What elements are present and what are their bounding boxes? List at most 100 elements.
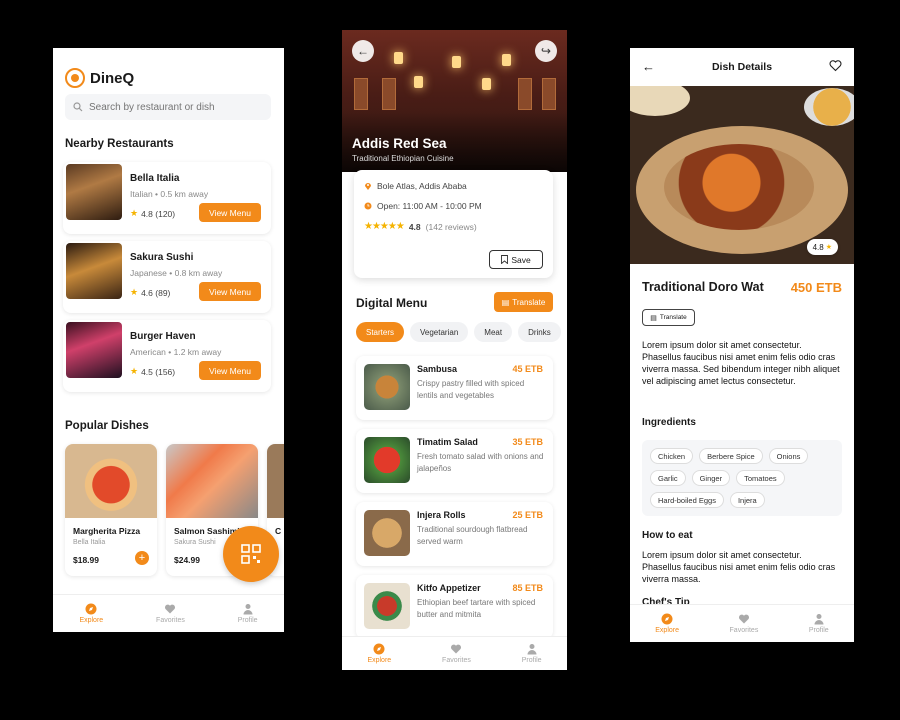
menu-item-photo	[364, 437, 410, 483]
ingredient-tag: Chicken	[650, 448, 694, 464]
bottom-nav: Explore Favorites Profile	[342, 636, 567, 670]
clock-icon	[364, 202, 372, 210]
dish-rating-badge: 4.8 ★	[806, 239, 838, 255]
category-tabs: Starters Vegetarian Meat Drinks	[356, 322, 561, 342]
dish-card[interactable]: Margherita Pizza Bella Italia $18.99 +	[65, 444, 157, 576]
tab-vegetarian[interactable]: Vegetarian	[410, 322, 469, 342]
app-logo: DineQ	[65, 68, 134, 88]
dish-price: $24.99	[174, 555, 200, 565]
nav-profile[interactable]: Profile	[809, 613, 829, 634]
nav-explore[interactable]: Explore	[655, 613, 679, 634]
ingredients-title: Ingredients	[642, 417, 696, 428]
view-menu-button[interactable]: View Menu	[199, 361, 261, 380]
star-icon: ★	[825, 244, 832, 251]
how-to-eat-text: Lorem ipsum dolor sit amet consectetur. …	[642, 550, 836, 585]
nav-favorites[interactable]: Favorites	[442, 643, 471, 664]
nearby-title: Nearby Restaurants	[65, 138, 174, 150]
how-to-eat-title: How to eat	[642, 530, 693, 541]
menu-item-photo	[364, 583, 410, 629]
nav-profile[interactable]: Profile	[238, 603, 258, 624]
nav-label: Favorites	[156, 617, 185, 624]
menu-item-desc: Fresh tomato salad with onions and jalap…	[417, 452, 544, 473]
nav-label: Explore	[367, 657, 392, 664]
search-bar[interactable]	[65, 94, 271, 120]
nav-label: Profile	[237, 617, 258, 624]
dish-restaurant: Bella Italia	[73, 539, 106, 546]
dish-name: Margherita Pizza	[73, 526, 141, 536]
restaurant-meta: Japanese • 0.8 km away	[130, 268, 223, 278]
menu-item[interactable]: Kitfo Appetizer 85 ETB Ethiopian beef ta…	[356, 575, 553, 639]
heart-icon	[738, 614, 749, 624]
view-menu-button[interactable]: View Menu	[199, 203, 261, 222]
translate-icon: ▤	[650, 314, 657, 322]
restaurant-photo	[66, 243, 122, 299]
nav-explore[interactable]: Explore	[79, 603, 103, 624]
nav-explore[interactable]: Explore	[367, 643, 391, 664]
compass-icon	[85, 603, 97, 615]
tab-meat[interactable]: Meat	[474, 322, 513, 342]
nav-profile[interactable]: Profile	[522, 643, 542, 664]
tab-starters[interactable]: Starters	[356, 322, 405, 342]
compass-icon	[373, 643, 385, 655]
restaurant-card[interactable]: Bella Italia Italian • 0.5 km away ★ 4.8 …	[63, 162, 271, 234]
tab-drinks[interactable]: Drinks	[518, 322, 561, 342]
nav-favorites[interactable]: Favorites	[156, 603, 185, 624]
dish-photo	[65, 444, 157, 518]
back-arrow-icon[interactable]: ←	[642, 59, 655, 74]
menu-item[interactable]: Sambusa 45 ETB Crispy pastry filled with…	[356, 356, 553, 420]
page-title: Dish Details	[711, 61, 773, 73]
nav-favorites[interactable]: Favorites	[730, 613, 758, 634]
ingredients-list: Chicken Berbere Spice Onions Garlic Ging…	[642, 440, 842, 516]
menu-item-photo	[364, 364, 410, 410]
add-icon[interactable]: +	[135, 551, 149, 565]
share-icon: ↪	[540, 44, 552, 58]
bookmark-icon	[501, 255, 509, 264]
save-button[interactable]: Save	[489, 250, 543, 269]
back-button[interactable]: ←	[352, 40, 374, 62]
translate-button[interactable]: ▤ Translate	[642, 309, 695, 326]
menu-item-price: 45 ETB	[512, 364, 543, 374]
menu-item-photo	[364, 510, 410, 556]
address-text: Bole Atlas, Addis Ababa	[377, 181, 467, 191]
nav-label: Favorites	[442, 657, 471, 664]
nav-label: Profile	[521, 657, 542, 664]
menu-item-price: 85 ETB	[512, 583, 543, 593]
user-icon	[243, 604, 253, 615]
rating-row: ★★★★★ 4.8 (142 reviews)	[364, 221, 477, 232]
menu-item[interactable]: Timatim Salad 35 ETB Fresh tomato salad …	[356, 429, 553, 493]
restaurant-photo	[66, 322, 122, 378]
translate-button[interactable]: ▤ Translate	[494, 292, 553, 312]
heart-outline-icon[interactable]	[829, 59, 842, 72]
share-button[interactable]: ↪	[535, 40, 557, 62]
view-menu-button[interactable]: View Menu	[199, 282, 261, 301]
logo-text: DineQ	[90, 69, 135, 87]
search-icon	[73, 102, 83, 112]
restaurant-card[interactable]: Burger Haven American • 1.2 km away ★ 4.5…	[63, 320, 271, 392]
save-label: Save	[511, 254, 531, 265]
star-icon: ★	[130, 366, 139, 376]
translate-label: Translate	[659, 314, 687, 321]
dish-title: Traditional Doro Wat	[642, 280, 764, 294]
menu-item-desc: Traditional sourdough flatbread served w…	[417, 525, 528, 546]
hours-row: Open: 11:00 AM - 10:00 PM	[364, 201, 482, 211]
menu-item-name: Kitfo Appetizer	[417, 583, 481, 593]
menu-item[interactable]: Injera Rolls 25 ETB Traditional sourdoug…	[356, 502, 553, 566]
review-count: (142 reviews)	[425, 221, 477, 232]
qr-icon	[241, 544, 261, 564]
dish-details-screen: ← Dish Details 4.8 ★ Traditional Doro Wa…	[630, 48, 854, 642]
user-icon	[814, 614, 824, 625]
restaurant-photo	[66, 164, 122, 220]
restaurant-card[interactable]: Sakura Sushi Japanese • 0.8 km away ★ 4.6…	[63, 241, 271, 313]
restaurant-cuisine: Traditional Ethiopian Cuisine	[352, 154, 454, 163]
menu-item-name: Sambusa	[417, 364, 458, 374]
top-bar: ← Dish Details	[630, 48, 854, 86]
location-pin-icon	[365, 183, 371, 190]
dish-rating: 4.8	[812, 242, 824, 252]
search-input[interactable]	[89, 101, 259, 113]
restaurant-name: Addis Red Sea	[352, 136, 447, 151]
arrow-left-icon: ←	[357, 44, 369, 58]
stars-icon: ★★★★★	[364, 221, 405, 232]
menu-title: Digital Menu	[356, 296, 428, 310]
qr-scan-button[interactable]	[223, 526, 279, 582]
heart-icon	[451, 644, 462, 654]
